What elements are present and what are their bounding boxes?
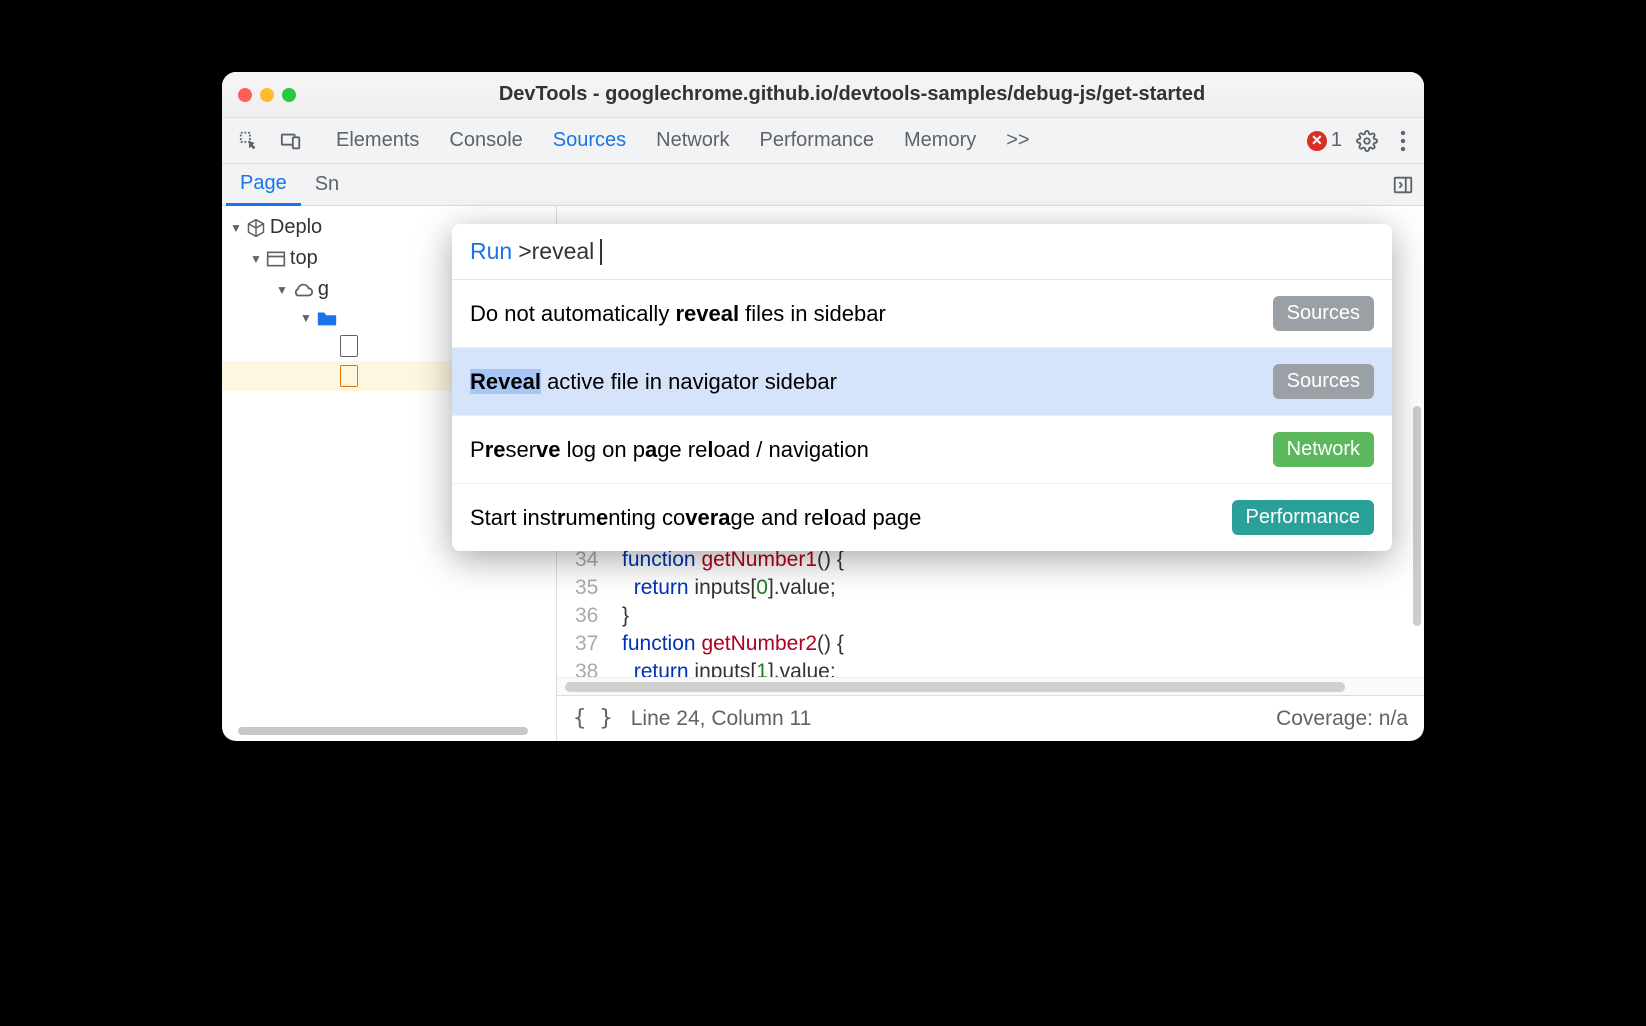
tree-label: g <box>318 278 329 301</box>
toolbar-right: ✕ 1 <box>1307 129 1414 152</box>
command-query: >reveal <box>518 238 594 265</box>
command-item-label: Do not automatically reveal files in sid… <box>470 301 886 327</box>
command-item[interactable]: Preserve log on page reload / navigation… <box>452 416 1392 484</box>
tab-sources[interactable]: Sources <box>553 119 626 162</box>
error-count: 1 <box>1331 129 1342 152</box>
device-toolbar-icon[interactable] <box>280 130 302 152</box>
error-badge[interactable]: ✕ 1 <box>1307 129 1342 152</box>
more-icon[interactable] <box>1392 130 1414 152</box>
vertical-scrollbar[interactable] <box>1413 406 1421 626</box>
subtab-page[interactable]: Page <box>226 164 301 206</box>
file-icon <box>340 335 358 357</box>
status-bar: { } Line 24, Column 11 Coverage: n/a <box>557 695 1424 741</box>
traffic-lights <box>238 88 296 102</box>
command-item-badge: Network <box>1273 432 1374 467</box>
panel-tabs: Elements Console Sources Network Perform… <box>336 119 1030 162</box>
run-prefix: Run <box>470 238 512 265</box>
window-title: DevTools - googlechrome.github.io/devtoo… <box>296 83 1408 106</box>
command-item-badge: Sources <box>1273 296 1374 331</box>
window-icon <box>266 250 286 268</box>
command-item-badge: Sources <box>1273 364 1374 399</box>
tabs-overflow[interactable]: >> <box>1006 119 1029 162</box>
sidebar-hscrollbar[interactable] <box>238 727 528 735</box>
devtools-window: DevTools - googlechrome.github.io/devtoo… <box>222 72 1424 741</box>
coverage-label: Coverage: n/a <box>1276 707 1408 731</box>
subtab-snippets[interactable]: Sn <box>301 165 353 204</box>
editor-hscrollbar[interactable] <box>557 677 1424 695</box>
tab-performance[interactable]: Performance <box>760 119 875 162</box>
titlebar: DevTools - googlechrome.github.io/devtoo… <box>222 72 1424 118</box>
text-cursor <box>600 239 602 265</box>
inspect-element-icon[interactable] <box>238 130 260 152</box>
tree-label: top <box>290 247 318 270</box>
tab-memory[interactable]: Memory <box>904 119 976 162</box>
command-item-label: Preserve log on page reload / navigation <box>470 437 869 463</box>
tab-console[interactable]: Console <box>449 119 522 162</box>
toggle-sidebar-icon[interactable] <box>1392 174 1414 196</box>
command-item-label: Reveal active file in navigator sidebar <box>470 369 837 395</box>
main-toolbar: Elements Console Sources Network Perform… <box>222 118 1424 164</box>
settings-icon[interactable] <box>1356 130 1378 152</box>
command-item[interactable]: Reveal active file in navigator sidebar S… <box>452 348 1392 416</box>
tree-label: Deplo <box>270 216 322 239</box>
minimize-window-button[interactable] <box>260 88 274 102</box>
format-braces-icon[interactable]: { } <box>573 706 613 731</box>
tab-network[interactable]: Network <box>656 119 729 162</box>
close-window-button[interactable] <box>238 88 252 102</box>
cloud-icon <box>292 282 314 298</box>
command-item-label: Start instrumenting coverage and reload … <box>470 505 921 531</box>
tab-elements[interactable]: Elements <box>336 119 419 162</box>
sources-subbar: Page Sn <box>222 164 1424 206</box>
command-item[interactable]: Do not automatically reveal files in sid… <box>452 280 1392 348</box>
cursor-position: Line 24, Column 11 <box>631 707 812 731</box>
command-input[interactable]: Run >reveal <box>452 224 1392 280</box>
command-palette: Run >reveal Do not automatically reveal … <box>452 224 1392 551</box>
command-item[interactable]: Start instrumenting coverage and reload … <box>452 484 1392 551</box>
cube-icon <box>246 218 266 238</box>
error-icon: ✕ <box>1307 131 1327 151</box>
file-icon <box>340 365 358 387</box>
command-item-badge: Performance <box>1232 500 1375 535</box>
zoom-window-button[interactable] <box>282 88 296 102</box>
folder-icon <box>316 309 338 327</box>
